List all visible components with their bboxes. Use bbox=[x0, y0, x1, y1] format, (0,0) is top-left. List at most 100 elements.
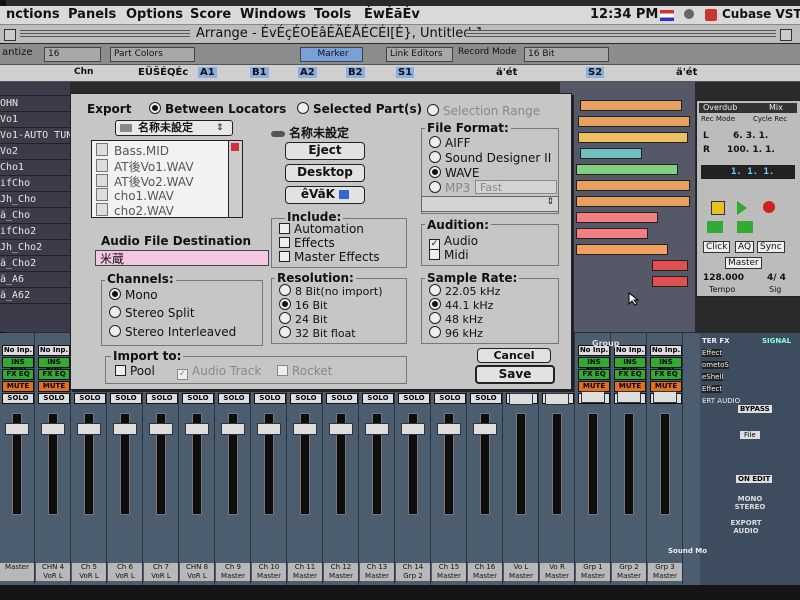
fader-track[interactable] bbox=[660, 413, 670, 515]
part-colors-select[interactable]: Part Colors bbox=[110, 47, 195, 62]
channel-name[interactable]: Ch 11 Master bbox=[288, 563, 322, 581]
fader-handle[interactable] bbox=[401, 423, 425, 435]
fx-eq-button[interactable]: FX EQ bbox=[38, 369, 70, 380]
menu-tools[interactable]: Tools bbox=[314, 7, 351, 22]
record-icon[interactable] bbox=[763, 201, 775, 213]
audio-part[interactable] bbox=[580, 148, 642, 159]
solo-button[interactable]: SOLO bbox=[290, 393, 322, 404]
flag-icon[interactable] bbox=[660, 10, 674, 21]
rewind-icon[interactable] bbox=[707, 221, 723, 233]
channels-stereo-interleaved-radio[interactable]: Stereo Interleaved bbox=[109, 325, 236, 339]
sync-button[interactable]: Sync bbox=[757, 241, 785, 253]
file-select[interactable]: File bbox=[740, 431, 760, 439]
solo-button[interactable]: SOLO bbox=[362, 393, 394, 404]
channels-stereo-split-radio[interactable]: Stereo Split bbox=[109, 306, 195, 320]
channel-name[interactable]: Master bbox=[0, 563, 34, 581]
fader-handle[interactable] bbox=[581, 391, 605, 403]
menu-windows[interactable]: Windows bbox=[240, 7, 306, 22]
signature-value[interactable]: 4/ 4 bbox=[767, 273, 786, 283]
fader-track[interactable] bbox=[588, 413, 598, 515]
tempo-value[interactable]: 128.000 bbox=[703, 273, 744, 283]
menu-options[interactable]: Options bbox=[126, 7, 183, 22]
resolution-8bit-radio[interactable]: 8 Bit(no import) bbox=[279, 284, 383, 298]
file-list-scrollbar[interactable] bbox=[228, 141, 242, 217]
fader-handle[interactable] bbox=[473, 423, 497, 435]
mono-stereo-label[interactable]: MONO STEREO bbox=[730, 495, 770, 511]
audio-part[interactable] bbox=[578, 132, 688, 143]
fader-track[interactable] bbox=[516, 413, 526, 515]
close-box-icon[interactable] bbox=[4, 29, 16, 41]
channel-name[interactable]: CHN 4 VoR L bbox=[36, 563, 70, 581]
right-locator-value[interactable]: 100. 1. 1. bbox=[727, 145, 775, 155]
solo-button[interactable]: SOLO bbox=[146, 393, 178, 404]
channel-name[interactable]: Ch 15 Master bbox=[432, 563, 466, 581]
click-button[interactable]: Click bbox=[703, 241, 731, 253]
solo-button[interactable]: SOLO bbox=[398, 393, 430, 404]
channel-name[interactable]: Ch 12 Master bbox=[324, 563, 358, 581]
parts-area[interactable] bbox=[560, 82, 695, 332]
forward-icon[interactable] bbox=[737, 221, 753, 233]
link-editors-button[interactable]: Link Editors bbox=[386, 47, 453, 62]
audition-midi-checkbox[interactable]: Midi bbox=[429, 248, 469, 262]
ins-dyn-button[interactable]: INS DYN bbox=[650, 357, 682, 375]
file-list[interactable]: Bass.MID AT後Vo1.WAV AT後Vo2.WAV cho1.WAV … bbox=[91, 140, 243, 218]
fader-handle[interactable] bbox=[113, 423, 137, 435]
fx-eq-button[interactable]: FX EQ bbox=[2, 369, 34, 380]
solo-button[interactable]: SOLO bbox=[74, 393, 106, 404]
fx-eq-button[interactable]: FX EQ bbox=[578, 369, 610, 380]
on-edit-button[interactable]: ON EDIT bbox=[736, 475, 773, 483]
audio-part[interactable] bbox=[578, 116, 690, 127]
input-select-button[interactable]: No Inp. bbox=[2, 345, 34, 356]
ins-dyn-button[interactable]: INS DYN bbox=[614, 357, 646, 375]
desktop-button[interactable]: Desktop bbox=[285, 164, 365, 182]
fader-handle[interactable] bbox=[545, 393, 569, 405]
fx-eq-button[interactable]: FX EQ bbox=[650, 369, 682, 380]
fader-handle[interactable] bbox=[653, 391, 677, 403]
track-row[interactable]: Vo2 bbox=[0, 146, 70, 160]
help-balloon-icon[interactable] bbox=[684, 9, 694, 19]
channel-name[interactable]: Ch 10 Master bbox=[252, 563, 286, 581]
solo-button[interactable]: SOLO bbox=[38, 393, 70, 404]
arrange-window-titlebar[interactable]: Arrange - ÉvÉçÉOÉâÉÄÉÅÉCÉI[É}, Untitled … bbox=[0, 25, 800, 43]
solo-button[interactable]: SOLO bbox=[326, 393, 358, 404]
fader-track[interactable] bbox=[552, 413, 562, 515]
menu-panels[interactable]: Panels bbox=[68, 7, 116, 22]
include-effects-checkbox[interactable]: Effects bbox=[279, 236, 335, 250]
track-row[interactable] bbox=[0, 82, 70, 96]
include-automation-checkbox[interactable]: Automation bbox=[279, 222, 364, 236]
track-row[interactable]: Cho1 bbox=[0, 162, 70, 176]
track-row[interactable]: Jh_Cho2 bbox=[0, 242, 70, 256]
fader-handle[interactable] bbox=[149, 423, 173, 435]
master-button[interactable]: Master bbox=[725, 257, 762, 269]
solo-button[interactable]: SOLO bbox=[110, 393, 142, 404]
effect-slot[interactable]: Effect bbox=[702, 385, 723, 393]
channel-name[interactable]: Ch 13 Master bbox=[360, 563, 394, 581]
scroll-thumb[interactable] bbox=[231, 143, 239, 151]
menu-functions[interactable]: nctions bbox=[6, 7, 60, 22]
import-pool-checkbox[interactable]: Pool bbox=[115, 364, 155, 378]
solo-button[interactable]: SOLO bbox=[254, 393, 286, 404]
effect-slot[interactable]: Effect bbox=[702, 349, 723, 357]
sample-rate-48k-radio[interactable]: 48 kHz bbox=[429, 312, 483, 326]
channel-name[interactable]: Grp 1 Master bbox=[576, 563, 610, 581]
input-select-button[interactable]: No Inp. bbox=[38, 345, 70, 356]
export-selected-parts-radio[interactable]: Selected Part(s) bbox=[297, 102, 422, 116]
mute-button[interactable]: MUTE bbox=[38, 381, 70, 392]
input-select-button[interactable]: No Inp. bbox=[650, 345, 682, 356]
song-position[interactable]: 1. 1. 1. bbox=[701, 165, 795, 179]
audio-part[interactable] bbox=[576, 244, 668, 255]
channel-name[interactable]: Ch 6 VoR L bbox=[108, 563, 142, 581]
export-between-locators-radio[interactable]: Between Locators bbox=[149, 102, 286, 116]
channel-name[interactable]: Grp 3 Master bbox=[648, 563, 682, 581]
record-mode-select[interactable]: 16 Bit bbox=[524, 47, 609, 62]
channel-name[interactable]: Vo L Master bbox=[504, 563, 538, 581]
fader-handle[interactable] bbox=[617, 391, 641, 403]
destination-field[interactable]: 米蔵 bbox=[95, 250, 269, 266]
solo-button[interactable]: SOLO bbox=[182, 393, 214, 404]
file-item[interactable]: cho2.WAV bbox=[96, 203, 174, 217]
left-locator-value[interactable]: 6. 3. 1. bbox=[733, 131, 768, 141]
fader-handle[interactable] bbox=[437, 423, 461, 435]
track-row[interactable]: Vo1 bbox=[0, 114, 70, 128]
fx-eq-button[interactable]: FX EQ bbox=[614, 369, 646, 380]
audio-part[interactable] bbox=[580, 100, 682, 111]
